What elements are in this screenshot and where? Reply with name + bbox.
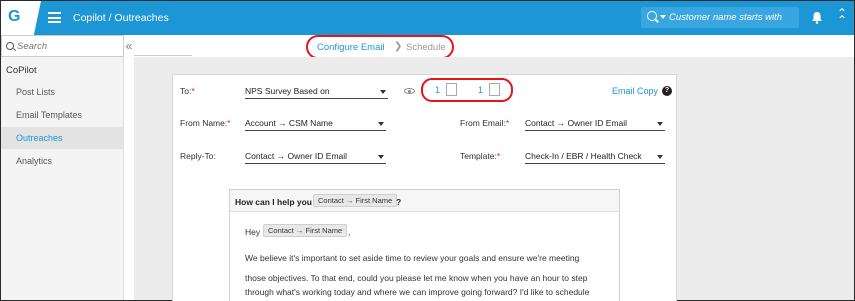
search-icon[interactable] — [647, 11, 657, 21]
email-copy-link[interactable]: Email Copy — [612, 86, 658, 96]
chevron-down-icon — [380, 90, 386, 94]
email-subject[interactable]: How can I help you Contact → First Name … — [230, 190, 619, 212]
preview-eye-icon[interactable] — [404, 88, 415, 94]
recipient-counts: 1 1 — [421, 78, 513, 102]
sidebar-collapse-icon[interactable]: « — [124, 35, 134, 57]
company-icon[interactable] — [446, 83, 457, 96]
greeting-text: Hey — [245, 227, 261, 237]
subject-token[interactable]: Contact → First Name — [313, 194, 398, 207]
step-configure-email[interactable]: Configure Email — [317, 42, 385, 53]
email-body-line-1: We believe it's important to set aside t… — [245, 253, 580, 263]
company-count[interactable]: 1 — [435, 85, 440, 95]
reply-to-label: Reply-To: — [180, 151, 216, 161]
template-label: Template:* — [460, 151, 501, 161]
sidebar-item-post-lists[interactable]: Post Lists — [1, 81, 124, 103]
search-scope-dropdown-icon[interactable] — [660, 15, 666, 19]
greeting-comma: , — [348, 227, 351, 237]
menu-icon[interactable] — [48, 12, 61, 23]
from-name-select[interactable]: Account → CSM Name — [245, 115, 386, 131]
sidebar-item-email-templates[interactable]: Email Templates — [1, 104, 124, 126]
sidebar-search-placeholder: Search — [17, 41, 48, 52]
email-editor[interactable]: How can I help you Contact → First Name … — [229, 189, 620, 301]
global-search-input[interactable]: Customer name starts with — [641, 7, 799, 28]
secondary-search-field[interactable] — [134, 35, 192, 56]
email-body-text: those objectives. To that end, could you… — [245, 273, 590, 297]
step-schedule[interactable]: Schedule — [406, 42, 446, 53]
sidebar-item-analytics[interactable]: Analytics — [1, 150, 124, 172]
app-logo[interactable]: G — [1, 1, 41, 35]
chevron-down-icon — [657, 122, 663, 126]
collapse-up-icon[interactable]: ⌃ ⌃ — [837, 7, 847, 26]
top-bar: G Copilot / Outreaches Customer name sta… — [1, 1, 854, 35]
help-icon[interactable]: ? — [662, 86, 672, 96]
chevron-down-icon — [657, 155, 663, 159]
template-select[interactable]: Check-In / EBR / Health Check — [525, 148, 665, 164]
chevron-down-icon — [378, 122, 384, 126]
from-email-select[interactable]: Contact → Owner ID Email — [525, 115, 665, 131]
to-select[interactable]: NPS Survey Based on — [245, 83, 388, 99]
to-label: To:* — [180, 86, 195, 96]
from-email-label: From Email:* — [460, 118, 510, 128]
sidebar: Search CoPilot Post Lists Email Template… — [1, 35, 124, 300]
subject-text: How can I help you — [235, 197, 312, 207]
sidebar-item-outreaches[interactable]: Outreaches — [1, 127, 124, 149]
search-placeholder: Customer name starts with — [669, 12, 782, 23]
subject-suffix: ? — [396, 197, 402, 207]
step-separator-icon: ❯ — [394, 41, 403, 52]
bell-icon[interactable] — [811, 11, 823, 24]
search-icon — [6, 42, 14, 50]
logo-letter: G — [8, 8, 21, 25]
sidebar-heading: CoPilot — [6, 65, 37, 76]
sidebar-search-input[interactable]: Search — [1, 35, 124, 57]
from-name-label: From Name:* — [180, 118, 231, 128]
greeting-token[interactable]: Contact → First Name — [263, 224, 348, 237]
contact-count[interactable]: 1 — [478, 85, 483, 95]
wizard-steps: Configure Email ❯ Schedule — [306, 35, 454, 59]
reply-to-select[interactable]: Contact → Owner ID Email — [245, 148, 386, 164]
chevron-down-icon — [378, 155, 384, 159]
breadcrumb: Copilot / Outreaches — [73, 12, 169, 24]
contact-icon[interactable] — [489, 83, 500, 96]
